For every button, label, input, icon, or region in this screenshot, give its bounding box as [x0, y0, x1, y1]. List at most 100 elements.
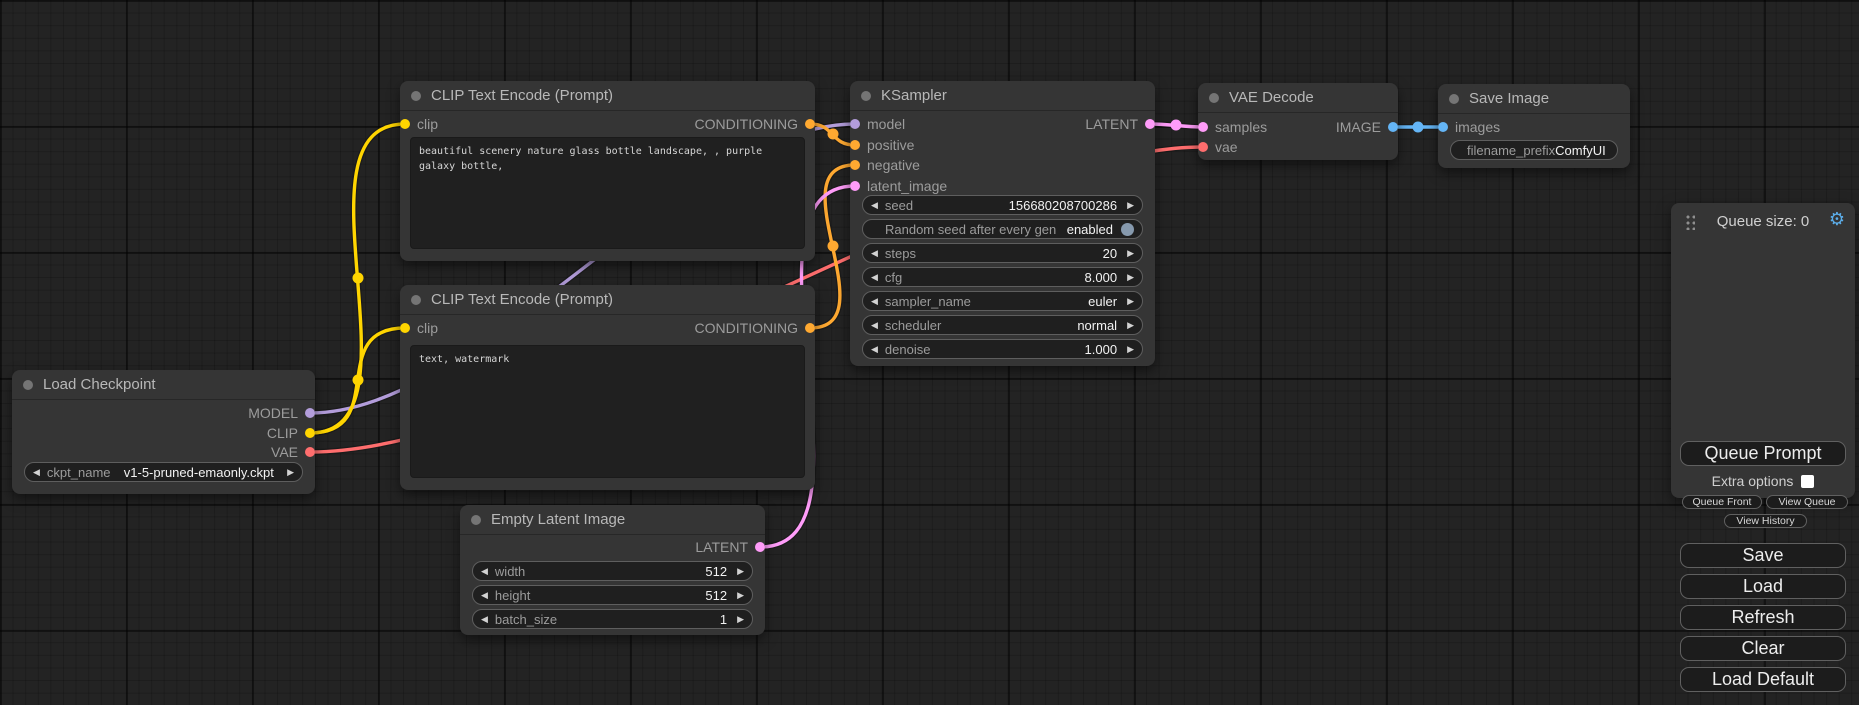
input-label-latent-image: latent_image [867, 178, 947, 194]
output-label-conditioning: CONDITIONING [695, 320, 798, 336]
node-clip-text-encode-positive[interactable]: CLIP Text Encode (Prompt) clip CONDITION… [400, 81, 815, 261]
spinner-right-icon[interactable]: ▶ [1127, 321, 1134, 330]
spinner-left-icon[interactable]: ◀ [481, 591, 488, 600]
widget-filename-prefix[interactable]: filename_prefix ComfyUI [1450, 140, 1618, 160]
node-clip-text-encode-negative[interactable]: CLIP Text Encode (Prompt) clip CONDITION… [400, 285, 815, 490]
widget-label: filename_prefix [1467, 143, 1555, 158]
widget-height[interactable]: ◀ height 512 ▶ [472, 585, 753, 605]
view-queue-button[interactable]: View Queue [1766, 495, 1848, 509]
node-header[interactable]: KSampler [850, 81, 1155, 111]
widget-sampler-name[interactable]: ◀ sampler_name euler ▶ [862, 291, 1143, 311]
widget-cfg[interactable]: ◀ cfg 8.000 ▶ [862, 267, 1143, 287]
widget-label: height [495, 588, 530, 603]
widget-label: width [495, 564, 525, 579]
node-ksampler[interactable]: KSampler model LATENT positive negative … [850, 81, 1155, 366]
spinner-left-icon[interactable]: ◀ [871, 321, 878, 330]
collapse-dot-icon[interactable] [861, 91, 871, 101]
node-header[interactable]: VAE Decode [1198, 83, 1398, 113]
collapse-dot-icon[interactable] [411, 295, 421, 305]
widget-value: 1 [720, 612, 727, 627]
node-empty-latent-image[interactable]: Empty Latent Image LATENT ◀ width 512 ▶ … [460, 505, 765, 635]
input-port-images[interactable] [1438, 122, 1448, 132]
output-label-image: IMAGE [1336, 119, 1381, 135]
collapse-dot-icon[interactable] [23, 380, 33, 390]
spinner-right-icon[interactable]: ▶ [1127, 273, 1134, 282]
output-port-conditioning[interactable] [805, 323, 815, 333]
node-header[interactable]: CLIP Text Encode (Prompt) [400, 81, 815, 111]
queue-front-button[interactable]: Queue Front [1682, 495, 1762, 509]
collapse-dot-icon[interactable] [471, 515, 481, 525]
settings-gear-icon[interactable]: ⚙ [1829, 210, 1845, 228]
save-button[interactable]: Save [1680, 543, 1846, 568]
node-vae-decode[interactable]: VAE Decode samples IMAGE vae [1198, 83, 1398, 160]
node-graph-canvas[interactable]: Load Checkpoint MODEL CLIP VAE ◀ ckpt_na… [0, 0, 1859, 705]
node-save-image[interactable]: Save Image images filename_prefix ComfyU… [1438, 84, 1630, 168]
spinner-right-icon[interactable]: ▶ [1127, 345, 1134, 354]
node-title: CLIP Text Encode (Prompt) [431, 87, 613, 104]
node-load-checkpoint[interactable]: Load Checkpoint MODEL CLIP VAE ◀ ckpt_na… [12, 370, 315, 494]
prompt-textarea[interactable]: text, watermark [410, 345, 805, 478]
view-history-button[interactable]: View History [1724, 514, 1807, 528]
toggle-dot-icon[interactable] [1121, 223, 1134, 236]
output-port-conditioning[interactable] [805, 119, 815, 129]
collapse-dot-icon[interactable] [1209, 93, 1219, 103]
spinner-left-icon[interactable]: ◀ [871, 297, 878, 306]
refresh-button[interactable]: Refresh [1680, 605, 1846, 630]
input-port-positive[interactable] [850, 140, 860, 150]
spinner-right-icon[interactable]: ▶ [737, 615, 744, 624]
input-port-latent-image[interactable] [850, 181, 860, 191]
collapse-dot-icon[interactable] [411, 91, 421, 101]
output-port-clip[interactable] [305, 428, 315, 438]
spinner-right-icon[interactable]: ▶ [737, 591, 744, 600]
output-port-latent[interactable] [1145, 119, 1155, 129]
output-port-vae[interactable] [305, 447, 315, 457]
widget-seed[interactable]: ◀ seed 156680208700286 ▶ [862, 195, 1143, 215]
input-port-clip[interactable] [400, 119, 410, 129]
input-port-model[interactable] [850, 119, 860, 129]
input-port-negative[interactable] [850, 160, 860, 170]
widget-denoise[interactable]: ◀ denoise 1.000 ▶ [862, 339, 1143, 359]
widget-scheduler[interactable]: ◀ scheduler normal ▶ [862, 315, 1143, 335]
queue-prompt-button[interactable]: Queue Prompt [1680, 441, 1846, 466]
wire-midpoint-dot [353, 375, 364, 386]
output-port-image[interactable] [1388, 122, 1398, 132]
widget-batch-size[interactable]: ◀ batch_size 1 ▶ [472, 609, 753, 629]
widget-random-seed-toggle[interactable]: Random seed after every gen enabled [862, 219, 1143, 239]
node-title: CLIP Text Encode (Prompt) [431, 291, 613, 308]
spinner-left-icon[interactable]: ◀ [871, 345, 878, 354]
spinner-left-icon[interactable]: ◀ [33, 468, 40, 477]
node-header[interactable]: CLIP Text Encode (Prompt) [400, 285, 815, 315]
wire-midpoint-dot [1171, 120, 1182, 131]
widget-width[interactable]: ◀ width 512 ▶ [472, 561, 753, 581]
spinner-right-icon[interactable]: ▶ [737, 567, 744, 576]
input-port-clip[interactable] [400, 323, 410, 333]
spinner-right-icon[interactable]: ▶ [1127, 297, 1134, 306]
input-port-samples[interactable] [1198, 122, 1208, 132]
spinner-left-icon[interactable]: ◀ [871, 201, 878, 210]
spinner-left-icon[interactable]: ◀ [481, 615, 488, 624]
input-label-model: model [867, 116, 905, 132]
spinner-left-icon[interactable]: ◀ [481, 567, 488, 576]
prompt-textarea[interactable]: beautiful scenery nature glass bottle la… [410, 137, 805, 249]
widget-label: sampler_name [885, 294, 971, 309]
widget-value: enabled [1067, 222, 1113, 237]
spinner-right-icon[interactable]: ▶ [1127, 249, 1134, 258]
input-port-vae[interactable] [1198, 142, 1208, 152]
node-header[interactable]: Load Checkpoint [12, 370, 315, 400]
spinner-right-icon[interactable]: ▶ [1127, 201, 1134, 210]
collapse-dot-icon[interactable] [1449, 94, 1459, 104]
clear-button[interactable]: Clear [1680, 636, 1846, 661]
node-header[interactable]: Empty Latent Image [460, 505, 765, 535]
extra-options-checkbox[interactable] [1801, 475, 1814, 488]
load-button[interactable]: Load [1680, 574, 1846, 599]
spinner-left-icon[interactable]: ◀ [871, 273, 878, 282]
spinner-left-icon[interactable]: ◀ [871, 249, 878, 258]
queue-size-label: Queue size: 0 [1671, 213, 1855, 230]
output-port-model[interactable] [305, 408, 315, 418]
widget-ckpt-name[interactable]: ◀ ckpt_name v1-5-pruned-emaonly.ckpt ▶ [24, 462, 303, 482]
widget-steps[interactable]: ◀ steps 20 ▶ [862, 243, 1143, 263]
node-header[interactable]: Save Image [1438, 84, 1630, 114]
spinner-right-icon[interactable]: ▶ [287, 468, 294, 477]
output-port-latent[interactable] [755, 542, 765, 552]
load-default-button[interactable]: Load Default [1680, 667, 1846, 692]
